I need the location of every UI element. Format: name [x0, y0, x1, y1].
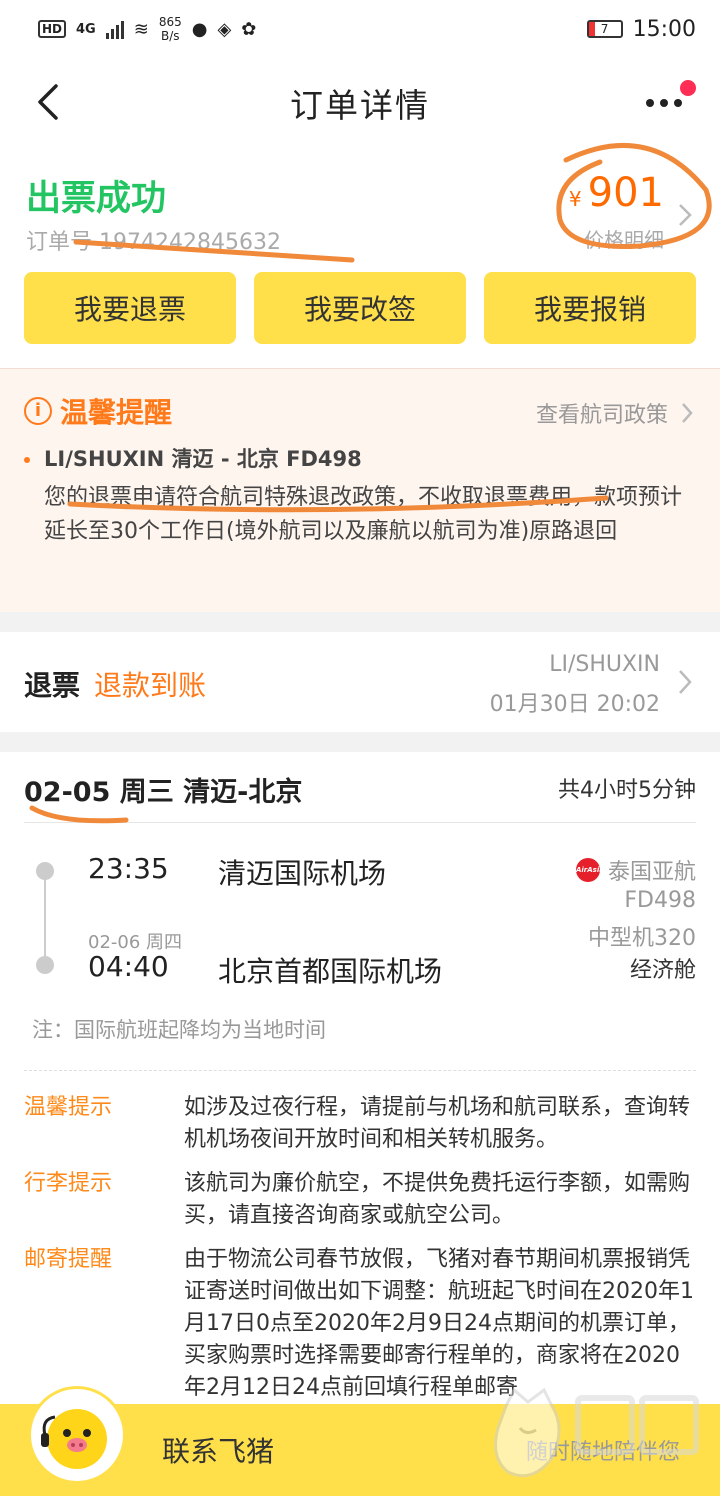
ticket-status: 出票成功 — [26, 179, 167, 219]
airasia-logo-icon: AirAsia — [575, 858, 604, 882]
chevron-right-icon[interactable] — [676, 668, 694, 696]
arrival-dot-icon — [36, 956, 54, 974]
info-icon: i — [24, 397, 52, 425]
refund-ticket-button[interactable]: 我要退票 — [24, 272, 236, 344]
departure-time: 23:35 — [88, 852, 169, 885]
hd-badge: HD — [38, 20, 67, 38]
refund-status-row[interactable]: 退票 退款到账 LI/SHUXIN 01月30日 20:02 — [0, 632, 720, 732]
price-detail-link[interactable]: 价格明细 — [584, 224, 664, 253]
contact-label: 联系飞猪 — [162, 1435, 275, 1468]
price-amount: 901 — [587, 170, 664, 216]
local-time-note: 注：国际航班起降均为当地时间 — [32, 1018, 326, 1042]
tip-text: 由于物流公司春节放假，飞猪对春节期间机票报销凭证寄送时间做出如下调整：航班起飞时… — [184, 1247, 694, 1400]
airline-name: 泰国亚航 — [607, 860, 696, 885]
refund-label: 退票 — [24, 669, 81, 702]
arrival-time: 04:40 — [88, 950, 169, 983]
page-title: 订单详情 — [290, 86, 430, 125]
aircraft-type: 中型机320 — [588, 926, 696, 951]
trip-date-route: 02-05 周三 清迈-北京 — [24, 777, 303, 808]
bullet-icon — [24, 457, 30, 463]
notice-header: i 温馨提醒 — [24, 391, 172, 431]
trip-duration: 共4小时5分钟 — [558, 778, 696, 803]
status-left: HD 4G ≋ 865 B/s ● ◈ ✿ — [38, 15, 256, 43]
reimburse-button[interactable]: 我要报销 — [484, 272, 696, 344]
order-number: 订单号 1974242845632 — [26, 230, 281, 255]
mascot-avatar — [28, 1386, 126, 1484]
notice-flight: LI/SHUXIN 清迈 - 北京 FD498 — [44, 447, 362, 471]
tip-text: 该航司为廉价航空，不提供免费托运行李额，如需购买，请直接咨询商家或航空公司。 — [184, 1171, 691, 1228]
cabin-class: 经济舱 — [629, 958, 696, 983]
contact-bar[interactable]: 联系飞猪 随时随地陪伴您 — [0, 1386, 720, 1496]
more-dots-icon[interactable] — [646, 88, 686, 118]
tips-list: 温馨提示 如涉及过夜行程，请提前与机场和航司联系，查询转机机场夜间开放时间和相关… — [24, 1092, 696, 1416]
contact-subtitle: 随时随地陪伴您 — [525, 1440, 680, 1465]
tip-text: 如涉及过夜行程，请提前与机场和航司联系，查询转机机场夜间开放时间和相关转机服务。 — [184, 1095, 691, 1152]
signal-icon — [105, 19, 124, 39]
status-right: 7 15:00 — [586, 16, 696, 42]
notice-panel: i 温馨提醒 查看航司政策 LI/SHUXIN 清迈 - 北京 FD498 您的… — [0, 368, 720, 612]
divider — [24, 1070, 696, 1071]
notice-title: 温馨提醒 — [60, 396, 173, 429]
network-type: 4G — [76, 21, 96, 37]
refund-time: 01月30日 20:02 — [489, 692, 660, 717]
notification-dot — [680, 80, 696, 96]
tip-row: 行李提示 该航司为廉价航空，不提供免费托运行李额，如需购买，请直接咨询商家或航空… — [24, 1168, 696, 1232]
tip-row: 温馨提示 如涉及过夜行程，请提前与机场和航司联系，查询转机机场夜间开放时间和相关… — [24, 1092, 696, 1156]
chevron-right-icon — [682, 403, 693, 423]
airline: AirAsia 泰国亚航 — [575, 854, 696, 886]
tip-label: 温馨提示 — [24, 1095, 113, 1120]
chevron-right-icon[interactable] — [676, 202, 694, 228]
message-icon: ● — [191, 18, 208, 40]
notice-body: 您的退票申请符合航司特殊退改政策，不收取退票费用，款项预计延长至30个工作日(境… — [44, 485, 683, 544]
departure-dot-icon — [36, 862, 54, 880]
divider — [24, 822, 696, 823]
order-summary: 出票成功 订单号 1974242845632 ¥ 901 价格明细 我要退票 我… — [0, 148, 720, 368]
refund-status: 退款到账 — [94, 669, 207, 702]
departure-airport: 清迈国际机场 — [218, 857, 387, 890]
passenger-name: LI/SHUXIN — [549, 652, 660, 677]
price[interactable]: ¥ 901 — [569, 170, 664, 216]
nav-bar: 订单详情 — [0, 58, 720, 148]
wifi-icon: ≋ — [133, 18, 149, 40]
arrival-airport: 北京首都国际机场 — [218, 955, 443, 988]
tip-row: 邮寄提醒 由于物流公司春节放假，飞猪对春节期间机票报销凭证寄送时间做出如下调整：… — [24, 1244, 696, 1404]
currency-symbol: ¥ — [568, 187, 582, 211]
flight-detail: 02-05 周三 清迈-北京 共4小时5分钟 23:35 清迈国际机场 02-0… — [0, 752, 720, 1496]
battery-icon: 7 — [586, 20, 623, 38]
wechat-icon: ✿ — [241, 18, 257, 40]
tip-label: 邮寄提醒 — [24, 1247, 113, 1272]
flight-number: FD498 — [624, 888, 696, 913]
policy-link-label: 查看航司政策 — [535, 403, 668, 428]
change-ticket-button[interactable]: 我要改签 — [254, 272, 466, 344]
status-bar: HD 4G ≋ 865 B/s ● ◈ ✿ 7 15:00 — [0, 0, 720, 58]
chevron-left-icon[interactable] — [34, 82, 64, 122]
app-icon: ◈ — [217, 18, 232, 40]
airline-policy-link[interactable]: 查看航司政策 — [536, 397, 694, 429]
clock: 15:00 — [632, 16, 696, 42]
action-buttons: 我要退票 我要改签 我要报销 — [24, 272, 696, 344]
timeline-line — [44, 872, 46, 964]
tip-label: 行李提示 — [24, 1171, 113, 1196]
network-speed: 865 B/s — [158, 15, 182, 43]
